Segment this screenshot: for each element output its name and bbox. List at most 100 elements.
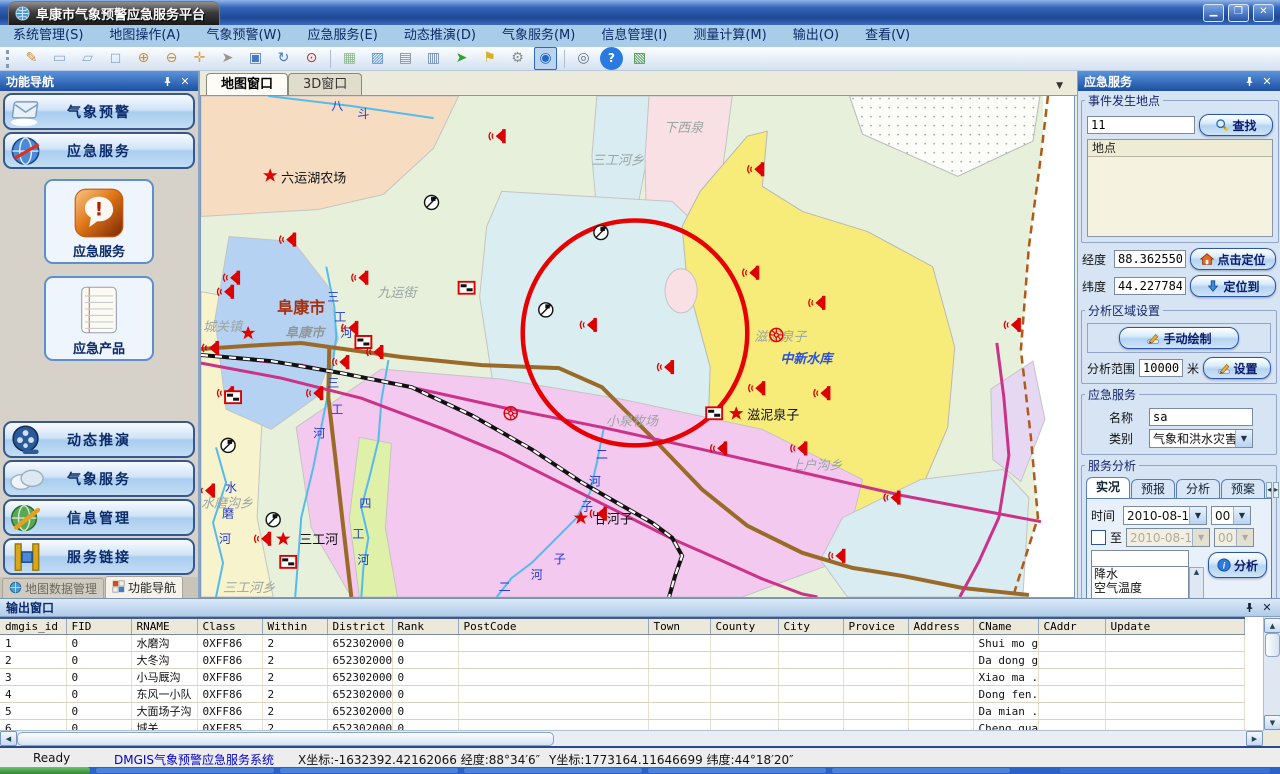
pan-icon[interactable]: ✛ — [188, 47, 211, 70]
station-marker[interactable] — [539, 303, 553, 317]
close-icon[interactable]: ✕ — [178, 74, 192, 88]
full-extent-icon[interactable]: ▣ — [244, 47, 267, 70]
content-button-alert-bubble[interactable]: !应急服务 — [44, 179, 154, 264]
menu-item[interactable]: 气象预警(W) — [193, 25, 294, 47]
column-header[interactable]: County — [710, 618, 778, 635]
date-select[interactable]: 2010-08-13 ▼ — [1123, 506, 1207, 525]
sidebar-item-film-reel[interactable]: 动态推演 — [3, 421, 195, 458]
station-marker[interactable] — [266, 513, 280, 527]
zoom-out-icon[interactable]: ⊖ — [160, 47, 183, 70]
manual-draw-button[interactable]: 手动绘制 — [1119, 327, 1239, 349]
hscroll-thumb[interactable] — [17, 732, 554, 746]
scroll-up-icon[interactable]: ▲ — [1194, 568, 1199, 576]
pin-icon[interactable] — [1242, 601, 1256, 615]
zoom-in-icon[interactable]: ⊕ — [132, 47, 155, 70]
print-preview-icon[interactable]: ▥ — [422, 47, 445, 70]
image-export-icon[interactable]: ▧ — [628, 47, 651, 70]
menu-item[interactable]: 测量计算(M) — [680, 25, 779, 47]
select-free-icon[interactable]: ◻ — [104, 47, 127, 70]
station-marker[interactable] — [594, 226, 608, 240]
table-row[interactable]: 30小马厩沟0XFF8626523020000Xiao ma ... — [0, 669, 1244, 686]
analyze-button[interactable]: i 分析 — [1208, 552, 1267, 578]
scroll-left-icon[interactable]: ◀ — [0, 731, 17, 746]
column-header[interactable]: District — [327, 618, 392, 635]
column-header[interactable]: Provice — [843, 618, 908, 635]
map-tab-dropdown[interactable]: ▼ — [1056, 81, 1063, 91]
to-checkbox[interactable] — [1091, 530, 1106, 545]
latitude-input[interactable] — [1114, 277, 1186, 295]
click-locate-button[interactable]: 点击定位 — [1190, 248, 1276, 270]
tab-scroll-left-icon[interactable]: ◂ — [1266, 482, 1272, 498]
refresh-icon[interactable]: ↻ — [272, 47, 295, 70]
minimize-button[interactable]: ▁ — [1203, 4, 1224, 22]
location-list[interactable]: 地点 — [1087, 139, 1273, 237]
tab-scroll-right-icon[interactable]: ▸ — [1273, 482, 1279, 498]
flag-marker[interactable] — [280, 556, 296, 568]
column-header[interactable]: CName — [973, 618, 1038, 635]
table-row[interactable]: 40东风一小队0XFF8626523020000Dong fen... — [0, 686, 1244, 703]
table-row[interactable]: 20大冬沟0XFF8626523020000Da dong gou — [0, 652, 1244, 669]
scroll-right-icon[interactable]: ▶ — [1246, 731, 1263, 746]
menu-item[interactable]: 动态推演(D) — [391, 25, 489, 47]
flag-marker[interactable] — [355, 336, 371, 348]
column-header[interactable]: Class — [197, 618, 262, 635]
toolbar-grip[interactable] — [6, 50, 12, 68]
column-header[interactable]: FID — [66, 618, 131, 635]
globe-icon[interactable]: ◉ — [534, 47, 557, 70]
left-tab[interactable]: 功能导航 — [105, 576, 183, 598]
eye-icon[interactable]: ◎ — [572, 47, 595, 70]
analysis-range-input[interactable] — [1139, 359, 1183, 377]
flag-marker[interactable] — [706, 407, 722, 419]
output-vscrollbar[interactable]: ▲ ▼ — [1263, 617, 1280, 731]
hour2-select[interactable]: 00 ▼ — [1214, 528, 1254, 547]
map-export-icon[interactable]: ▨ — [366, 47, 389, 70]
column-header[interactable]: Update — [1105, 618, 1244, 635]
column-header[interactable]: Within — [262, 618, 327, 635]
list-item[interactable]: 空气温度 — [1092, 581, 1188, 595]
select-polygon-icon[interactable]: ▱ — [76, 47, 99, 70]
flag-marker[interactable] — [225, 391, 241, 403]
set-range-button[interactable]: 设置 — [1203, 357, 1271, 379]
sidebar-item-info-globe[interactable]: 信息管理 — [3, 499, 195, 536]
close-icon[interactable]: ✕ — [1260, 601, 1274, 615]
column-header[interactable]: City — [778, 618, 843, 635]
service-tab-3[interactable]: 分析 — [1176, 479, 1220, 498]
service-tab-4[interactable]: 预案 — [1221, 479, 1265, 498]
pin-icon[interactable] — [160, 74, 174, 88]
sidebar-item-emergency-globe[interactable]: 应急服务 — [3, 132, 195, 169]
output-table[interactable]: dmgis_idFIDRNAMEClassWithinDistrictRankP… — [0, 617, 1245, 731]
restore-button[interactable]: ❐ — [1228, 4, 1249, 22]
service-tab-1[interactable]: 实况 — [1086, 477, 1130, 498]
search-button[interactable]: 查找 — [1199, 114, 1273, 136]
element-listbox[interactable]: 降水空气温度 — [1091, 567, 1189, 598]
select-feature-icon[interactable]: ➤ — [450, 47, 473, 70]
left-tab[interactable]: 地图数据管理 — [2, 578, 104, 598]
sidebar-item-weather-warning[interactable]: 气象预警 — [3, 93, 195, 130]
location-input[interactable] — [1087, 116, 1195, 134]
vscroll-thumb[interactable] — [1265, 633, 1280, 657]
column-header[interactable]: PostCode — [458, 618, 648, 635]
close-button[interactable]: ✕ — [1253, 4, 1274, 22]
menu-item[interactable]: 应急服务(E) — [294, 25, 390, 47]
menu-item[interactable]: 输出(O) — [780, 25, 852, 47]
list-item[interactable]: 降水 — [1092, 567, 1188, 581]
menu-item[interactable]: 气象服务(M) — [489, 25, 588, 47]
chevron-down-icon[interactable]: ▼ — [1235, 430, 1252, 447]
help-icon[interactable]: ? — [600, 47, 623, 70]
flag-marker[interactable] — [459, 282, 475, 294]
chevron-down-icon[interactable]: ▼ — [1233, 507, 1250, 524]
layers-icon[interactable]: ▦ — [338, 47, 361, 70]
goto-location-button[interactable]: 定位到 — [1190, 275, 1276, 297]
map-canvas[interactable]: 八斗六运湖农场三工河乡下西泉阜康市城关镇阜康市九运街滋泥泉子中新水库小泉牧场滋泥… — [200, 95, 1075, 598]
service-type-select[interactable]: 气象和洪水灾害 ▼ — [1149, 429, 1253, 448]
date2-select[interactable]: 2010-08-13 ▼ — [1126, 528, 1210, 547]
hour-select[interactable]: 00 ▼ — [1211, 506, 1251, 525]
column-header[interactable]: dmgis_id — [0, 618, 66, 635]
element-filter-input[interactable] — [1091, 550, 1189, 567]
identify-icon[interactable]: ⊙ — [300, 47, 323, 70]
column-header[interactable]: Rank — [392, 618, 458, 635]
sidebar-item-cloud[interactable]: 气象服务 — [3, 460, 195, 497]
sidebar-item-link[interactable]: 服务链接 — [3, 538, 195, 575]
longitude-input[interactable] — [1114, 250, 1186, 268]
column-header[interactable]: CAddr — [1038, 618, 1105, 635]
